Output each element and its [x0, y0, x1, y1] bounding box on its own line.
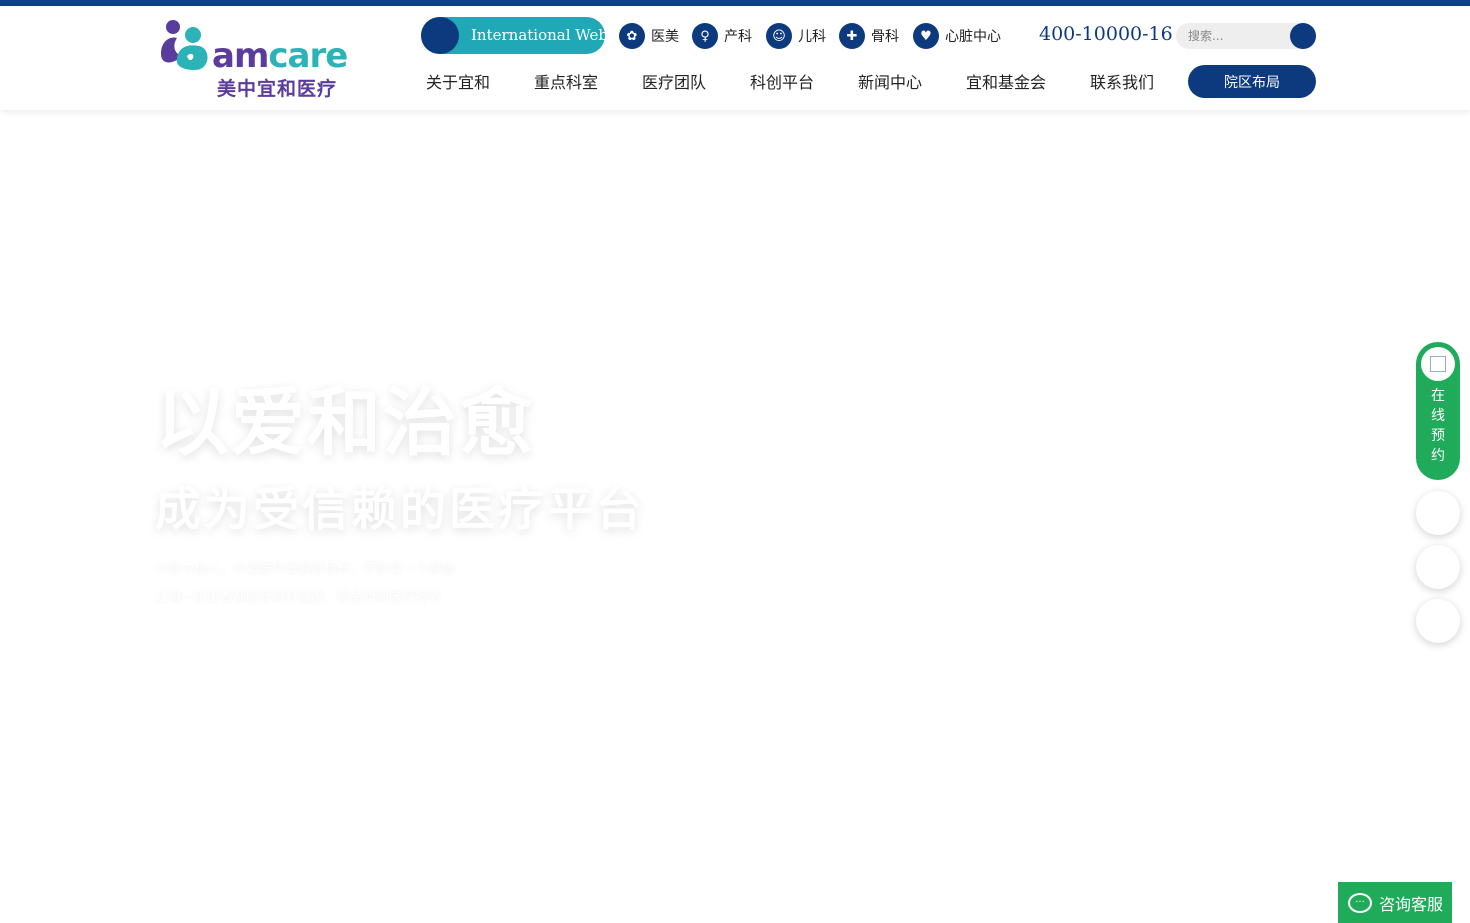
pediatrics-icon: ☺ [766, 23, 792, 49]
customer-service-button[interactable]: ··· 咨询客服 [1338, 882, 1452, 923]
booking-icon [1421, 347, 1455, 381]
international-web-label: International Web [471, 26, 608, 44]
side-float-button-1[interactable] [1416, 491, 1460, 535]
hero-description: 以爱为核心，打造医疗服务新标杆，守护每一个家庭 让每一位患者都能获得有温度、高品… [155, 555, 500, 611]
aesthetics-icon: ✿ [619, 23, 645, 49]
nav-item-innovation-platform[interactable]: 科创平台 [750, 69, 814, 93]
amcare-logo[interactable]: amcare 美中宜和医疗 [155, 18, 355, 100]
booking-char: 线 [1431, 408, 1445, 424]
obstetrics-icon: ♀ [692, 23, 718, 49]
international-web-button[interactable]: International Web [421, 17, 608, 54]
hotline-phone[interactable]: 400-10000-16 [1039, 23, 1173, 45]
specialty-label: 医美 [651, 29, 679, 45]
broken-image-icon [1430, 356, 1446, 372]
hero-description-line: 以爱为核心，打造医疗服务新标杆，守护每一个家庭 [155, 561, 455, 576]
nav-item-news-center[interactable]: 新闻中心 [858, 69, 922, 93]
specialty-label: 心脏中心 [945, 29, 1001, 45]
specialty-link-heart-center[interactable]: ♥ 心脏中心 [913, 23, 1001, 49]
side-float-button-3[interactable] [1416, 599, 1460, 643]
heart-center-icon: ♥ [913, 23, 939, 49]
nav-item-medical-team[interactable]: 医疗团队 [642, 69, 706, 93]
online-booking-button[interactable]: 在 线 预 约 [1416, 342, 1460, 480]
search-input[interactable] [1188, 27, 1288, 45]
search-icon[interactable] [1290, 23, 1316, 49]
search-box [1176, 23, 1316, 49]
site-header: amcare 美中宜和医疗 International Web ✿ 医美 ♀ 产… [0, 6, 1470, 110]
specialty-link-pediatrics[interactable]: ☺ 儿科 [766, 23, 826, 49]
specialty-label: 产科 [724, 29, 752, 45]
specialty-link-orthopedics[interactable]: ✚ 骨科 [839, 23, 899, 49]
hero-title: 以爱和治愈 [155, 380, 535, 466]
hero-subtitle: 成为受信赖的医疗平台 [155, 482, 645, 536]
globe-icon [421, 17, 459, 54]
family-logo-icon [161, 20, 208, 70]
booking-char: 预 [1431, 428, 1445, 444]
nav-item-contact[interactable]: 联系我们 [1090, 69, 1154, 93]
side-float-button-2[interactable] [1416, 545, 1460, 589]
campus-layout-button[interactable]: 院区布局 [1188, 65, 1316, 98]
specialty-label: 儿科 [798, 29, 826, 45]
orthopedics-icon: ✚ [839, 23, 865, 49]
booking-char: 在 [1431, 388, 1445, 404]
nav-item-about[interactable]: 关于宜和 [426, 69, 490, 93]
hero-description-line: 让每一位患者都能获得有温度、高品质的医疗服务 [155, 589, 442, 604]
specialty-link-obstetrics[interactable]: ♀ 产科 [692, 23, 752, 49]
booking-char: 约 [1431, 448, 1445, 464]
logo-wordmark: amcare [212, 36, 348, 76]
specialty-label: 骨科 [871, 29, 899, 45]
nav-item-key-departments[interactable]: 重点科室 [534, 69, 598, 93]
logo-chinese-name: 美中宜和医疗 [217, 78, 338, 100]
specialty-link-aesthetics[interactable]: ✿ 医美 [619, 23, 679, 49]
nav-item-foundation[interactable]: 宜和基金会 [966, 69, 1046, 93]
customer-service-label: 咨询客服 [1379, 894, 1444, 914]
online-booking-label: 在 线 预 约 [1416, 386, 1460, 466]
chat-bubble-icon: ··· [1348, 892, 1372, 913]
